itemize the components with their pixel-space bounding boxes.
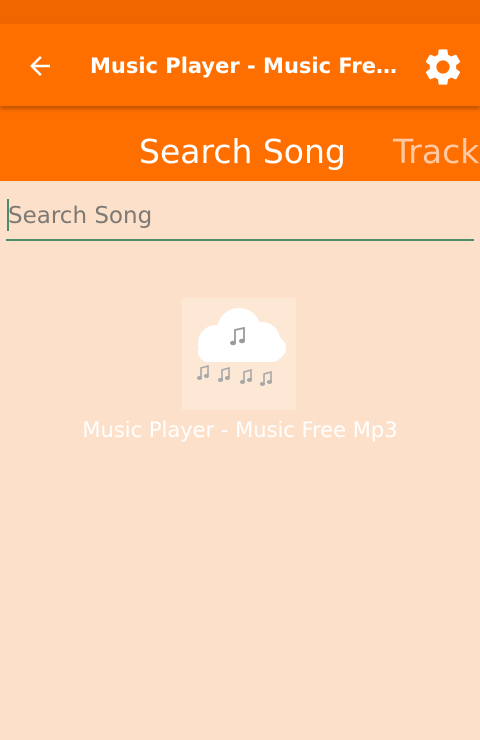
arrow-left-icon bbox=[30, 56, 50, 76]
app-bar: Music Player - Music Free Mp3 bbox=[0, 24, 480, 106]
tab-bar: Search Song Track bbox=[0, 106, 480, 181]
settings-button[interactable] bbox=[420, 44, 466, 90]
tab-search-song[interactable]: Search Song bbox=[139, 132, 346, 172]
cloud-music-icon bbox=[182, 298, 296, 410]
search-input[interactable] bbox=[6, 194, 476, 237]
gear-icon bbox=[425, 49, 461, 85]
app-title: Music Player - Music Free Mp3 bbox=[90, 54, 402, 78]
back-button[interactable] bbox=[22, 48, 58, 84]
tab-track[interactable]: Track bbox=[393, 132, 479, 172]
text-cursor bbox=[7, 199, 9, 231]
search-field-container bbox=[6, 194, 476, 241]
album-title[interactable]: Music Player - Music Free Mp3 bbox=[0, 416, 480, 444]
status-bar bbox=[0, 0, 480, 24]
